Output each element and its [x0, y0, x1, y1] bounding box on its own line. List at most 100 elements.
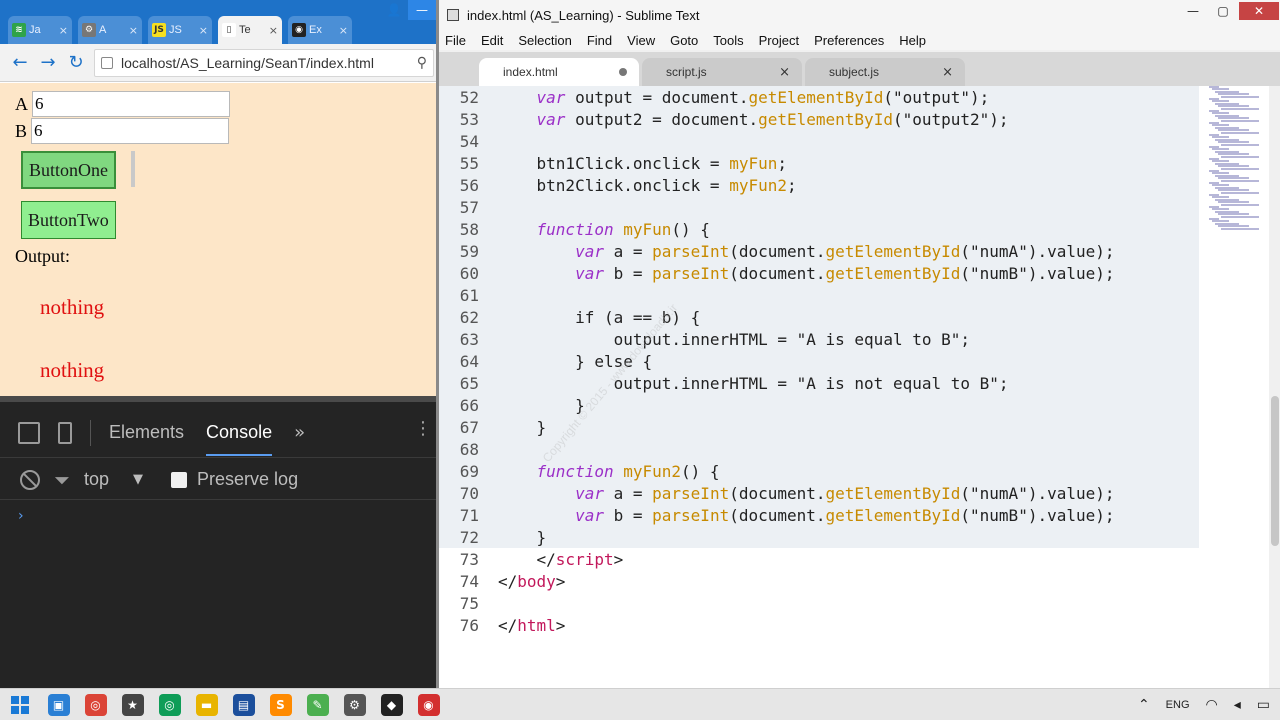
button-one[interactable]: ButtonOne	[21, 151, 116, 189]
code-token: >	[555, 571, 566, 591]
code-line[interactable]: 65 output.innerHTML = "A is not equal to…	[439, 372, 1199, 394]
code-line[interactable]: 66 }	[439, 394, 1199, 416]
forward-arrow-icon[interactable]: →	[38, 52, 58, 73]
taskbar-app[interactable]: ★	[114, 689, 151, 720]
tab-close-icon[interactable]: ×	[269, 24, 278, 37]
minimize-button[interactable]: —	[1179, 2, 1207, 20]
code-line[interactable]: 71 var b = parseInt (document. getElementB…	[439, 504, 1199, 526]
chrome-tab[interactable]: ≋ Ja ×	[8, 16, 72, 44]
unsaved-dot-icon[interactable]	[619, 68, 627, 76]
filter-icon[interactable]: ⏷	[54, 468, 70, 492]
console-prompt-icon[interactable]: ›	[18, 508, 24, 524]
code-line[interactable]: 59 var a = parseInt (document. getElementB…	[439, 240, 1199, 262]
start-button[interactable]	[0, 689, 40, 720]
tab-close-icon[interactable]: ×	[59, 24, 68, 37]
clear-console-icon[interactable]	[20, 469, 40, 490]
scrollbar-thumb[interactable]	[1271, 396, 1279, 546]
tab-elements[interactable]: Elements	[109, 422, 184, 443]
menu-item-view[interactable]: View	[627, 33, 655, 48]
taskbar-app[interactable]: ◆	[373, 689, 410, 720]
taskbar-app[interactable]: ✎	[299, 689, 336, 720]
device-toolbar-icon[interactable]	[58, 421, 72, 444]
notifications-icon[interactable]: ▭	[1257, 697, 1270, 713]
menu-item-project[interactable]: Project	[759, 33, 799, 48]
code-line[interactable]: 70 var a = parseInt (document. getElementB…	[439, 482, 1199, 504]
chrome-tab[interactable]: ▯ Te ×	[218, 16, 282, 44]
chrome-tab[interactable]: JS JS ×	[148, 16, 212, 44]
preserve-log-checkbox[interactable]	[171, 471, 188, 488]
vertical-scrollbar[interactable]	[1269, 86, 1280, 688]
menu-item-goto[interactable]: Goto	[670, 33, 698, 48]
code-line[interactable]: 53 var output2 = document. getElementById…	[439, 108, 1199, 130]
code-line[interactable]: 74 </body >	[439, 570, 1199, 592]
code-line[interactable]: 58 function myFun() {	[439, 218, 1199, 240]
button-two[interactable]: ButtonTwo	[21, 201, 116, 239]
tab-close-icon[interactable]: ×	[129, 24, 138, 37]
code-line[interactable]: 56 btn2Click.onclick = myFun2;	[439, 174, 1199, 196]
code-line[interactable]: 67 }	[439, 416, 1199, 438]
menu-item-help[interactable]: Help	[899, 33, 926, 48]
context-selector[interactable]: top	[84, 469, 109, 490]
menu-item-edit[interactable]: Edit	[481, 33, 503, 48]
code-line[interactable]: 61	[439, 284, 1199, 306]
code-line[interactable]: 62 if (a == b) {	[439, 306, 1199, 328]
tab-close-icon[interactable]: ×	[942, 65, 953, 80]
tab-close-icon[interactable]: ×	[199, 24, 208, 37]
taskbar-app[interactable]: ◎	[77, 689, 114, 720]
user-icon[interactable]: 👤	[380, 0, 408, 20]
code-line[interactable]: 52 var output = document. getElementById(…	[439, 86, 1199, 108]
code-line[interactable]: 72 }	[439, 526, 1199, 548]
num-b-input[interactable]	[31, 118, 230, 144]
reload-icon[interactable]: ↻	[66, 52, 86, 73]
maximize-button[interactable]: ▢	[1209, 2, 1237, 20]
code-line[interactable]: 69 function myFun2() {	[439, 460, 1199, 482]
code-line[interactable]: 73 </script >	[439, 548, 1199, 570]
code-area[interactable]: 52 var output = document. getElementById(…	[439, 86, 1275, 688]
language-indicator[interactable]: ENG	[1166, 699, 1190, 711]
taskbar-app[interactable]: ◉	[410, 689, 447, 720]
num-a-input[interactable]	[32, 91, 230, 117]
menu-item-file[interactable]: File	[445, 33, 466, 48]
taskbar-app[interactable]: ◎	[151, 689, 188, 720]
code-line[interactable]: 63 output.innerHTML = "A is equal to B";	[439, 328, 1199, 350]
wifi-icon[interactable]: ◠	[1206, 697, 1218, 713]
editor-tab[interactable]: index.html	[479, 58, 639, 86]
chevron-up-icon[interactable]: ⌃	[1138, 697, 1150, 713]
code-line[interactable]: 57	[439, 196, 1199, 218]
devtools-menu-icon[interactable]: ⋮	[414, 418, 432, 439]
taskbar-app[interactable]: S	[262, 689, 299, 720]
back-arrow-icon[interactable]: ←	[10, 52, 30, 73]
taskbar-app[interactable]: ▣	[40, 689, 77, 720]
page-info-icon[interactable]	[101, 56, 113, 69]
minimap[interactable]	[1205, 86, 1267, 236]
editor-tab[interactable]: subject.js ×	[805, 58, 965, 86]
menu-item-tools[interactable]: Tools	[713, 33, 743, 48]
tab-console[interactable]: Console	[206, 422, 273, 456]
more-tabs-icon[interactable]: »	[294, 422, 305, 443]
menu-item-preferences[interactable]: Preferences	[814, 33, 884, 48]
menu-item-find[interactable]: Find	[587, 33, 612, 48]
close-button[interactable]: ✕	[1239, 2, 1279, 20]
address-bar[interactable]: localhost/AS_Learning/SeanT/index.html ⚲	[94, 48, 434, 77]
code-line[interactable]: 60 var b = parseInt (document. getElementB…	[439, 262, 1199, 284]
zoom-icon[interactable]: ⚲	[417, 55, 427, 71]
taskbar-app[interactable]: ▬	[188, 689, 225, 720]
menu-item-selection[interactable]: Selection	[518, 33, 571, 48]
code-line[interactable]: 76 </html >	[439, 614, 1199, 636]
editor-tab[interactable]: script.js ×	[642, 58, 802, 86]
code-line[interactable]: 54	[439, 130, 1199, 152]
taskbar-app[interactable]: ▤	[225, 689, 262, 720]
code-line[interactable]: 55 btn1Click.onclick = myFun;	[439, 152, 1199, 174]
code-line[interactable]: 75	[439, 592, 1199, 614]
tab-close-icon[interactable]: ×	[339, 24, 348, 37]
code-editor[interactable]: 52 var output = document. getElementById(…	[439, 86, 1280, 688]
chrome-tab[interactable]: ◉ Ex ×	[288, 16, 352, 44]
inspect-element-icon[interactable]	[18, 421, 40, 444]
minimize-button[interactable]: —	[408, 0, 436, 20]
chevron-down-icon[interactable]: ▼	[133, 472, 143, 487]
taskbar-app[interactable]: ⚙	[336, 689, 373, 720]
volume-icon[interactable]: ◂	[1234, 697, 1241, 713]
code-line[interactable]: 64 } else {	[439, 350, 1199, 372]
chrome-tab[interactable]: ⚙ A ×	[78, 16, 142, 44]
tab-close-icon[interactable]: ×	[779, 65, 790, 80]
